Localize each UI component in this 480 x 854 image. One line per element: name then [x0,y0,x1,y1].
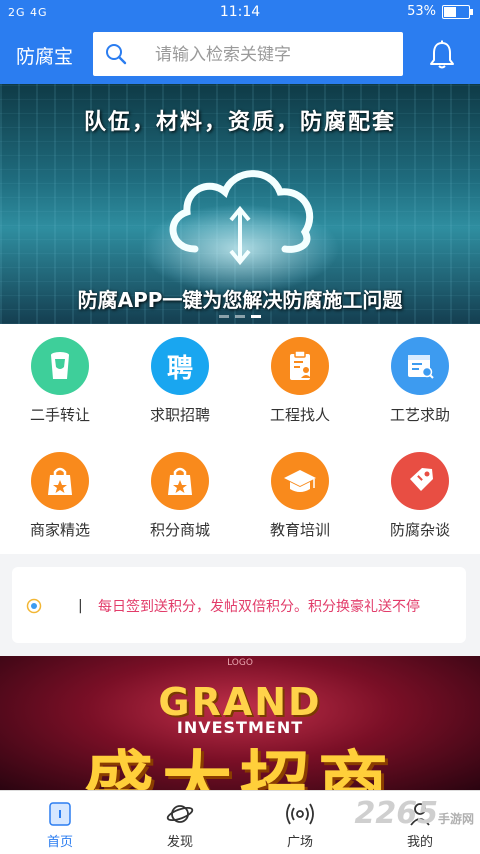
menu-item-tech-help[interactable]: 工艺求助 [360,324,480,439]
announcement-icon [26,598,42,614]
top-app-bar: 防腐宝 [0,26,480,84]
carousel-dot[interactable] [235,315,245,318]
tab-label: 我的 [406,835,433,850]
menu-item-label: 工艺求助 [389,406,450,424]
bell-icon[interactable] [428,40,456,70]
paint-bucket-icon [31,337,89,395]
menu-item-label: 工程找人 [269,406,330,424]
app-title: 防腐宝 [16,46,74,68]
feature-grid: 二手转让 聘 求职招聘 工程找人 工艺求助 商家精选 积分商城 教育培训 防腐杂… [0,324,480,554]
announcement-separator: | [78,598,83,614]
menu-item-label: 积分商城 [149,521,210,539]
watermark-number: 2265 [354,796,438,831]
tab-discover[interactable]: 发现 [120,791,240,854]
banner-headline: 队伍，材料，资质，防腐配套 [83,110,396,135]
home-icon [49,802,71,826]
carousel-dot[interactable] [219,315,229,318]
menu-item-label: 教育培训 [269,521,330,539]
menu-item-label: 二手转让 [29,406,90,424]
menu-item-label: 商家精选 [29,521,90,539]
menu-item-featured-merchants[interactable]: 商家精选 [0,439,120,554]
promo-logo: LOGO [227,658,253,668]
search-icon [106,44,127,65]
menu-item-education[interactable]: 教育培训 [240,439,360,554]
battery-status: 53% [407,4,473,19]
announcement-bar[interactable]: | 每日签到送积分，发帖双倍积分。积分换豪礼送不停 [12,567,466,643]
menu-item-points-mall[interactable]: 积分商城 [120,439,240,554]
graduation-cap-icon [271,452,329,510]
shopping-bag-star-icon [31,452,89,510]
menu-item-recruitment[interactable]: 聘 求职招聘 [120,324,240,439]
announcement-text: 每日签到送积分，发帖双倍积分。积分换豪礼送不停 [98,599,420,615]
promo-banner[interactable]: LOGO GRAND INVESTMENT 盛大招商 [0,656,480,790]
tab-label: 首页 [46,835,73,850]
watermark: 2265手游网 [354,796,474,831]
hero-banner[interactable]: 队伍，材料，资质，防腐配套 防腐APP一键为您解决防腐施工问题 [0,84,480,324]
battery-icon [442,4,473,19]
tab-label: 广场 [286,835,313,850]
carousel-indicator[interactable] [0,315,480,318]
menu-item-label: 防腐杂谈 [389,521,450,539]
tab-label: 发现 [166,835,193,850]
clipboard-person-icon [271,337,329,395]
menu-item-second-hand[interactable]: 二手转让 [0,324,120,439]
tab-square[interactable]: 广场 [240,791,360,854]
planet-icon [166,805,194,823]
promo-title-cn: 盛大招商 [84,743,396,790]
menu-item-project-hiring[interactable]: 工程找人 [240,324,360,439]
menu-item-label: 求职招聘 [149,406,210,424]
price-tag-icon [391,452,449,510]
tab-home[interactable]: 首页 [0,791,120,854]
menu-item-forum[interactable]: 防腐杂谈 [360,439,480,554]
broadcast-icon [286,803,314,825]
search-box[interactable] [93,32,403,76]
recruit-glyph: 聘 [166,353,193,384]
carousel-dot[interactable] [251,315,261,318]
battery-percent: 53% [407,4,436,19]
cloud-upload-icon [169,170,314,266]
banner-tagline: 防腐APP一键为您解决防腐施工问题 [77,288,403,312]
shopping-bag-star-icon [151,452,209,510]
search-input[interactable] [153,40,397,70]
watermark-site: 手游网 [437,812,474,826]
recruit-icon: 聘 [151,337,209,395]
status-bar: 2G 4G 11:14 53% [0,0,480,26]
document-search-icon [391,337,449,395]
